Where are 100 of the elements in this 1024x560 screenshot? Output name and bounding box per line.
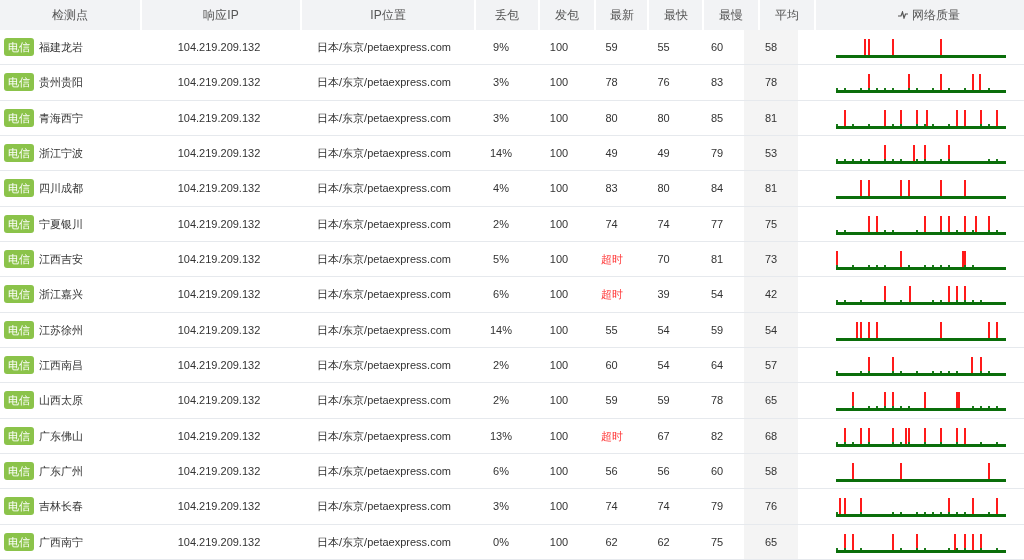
table-cell-text: 100: [549, 216, 569, 232]
table-cell-text: 78: [605, 75, 618, 91]
table-cell-text: 62: [605, 534, 618, 550]
location-text: 浙江宁波: [39, 145, 83, 161]
table-cell-text: 超时: [600, 428, 623, 444]
table-cell-text: 74: [605, 216, 618, 232]
table-cell-text: 83: [710, 75, 724, 91]
table-cell-text: 2%: [493, 216, 509, 232]
isp-badge: 电信: [4, 426, 34, 445]
isp-badge: 电信: [4, 532, 34, 551]
table-cell-text: 6%: [493, 287, 509, 303]
table-cell-text: 超时: [600, 287, 623, 303]
table-cell-text: 100: [549, 110, 569, 126]
table-cell-text: 39: [657, 287, 670, 303]
table-cell-text: 104.219.209.132: [177, 322, 261, 338]
table-cell-text: 75: [710, 534, 724, 550]
table-cell-text: 100: [549, 287, 569, 303]
table-cell-text: 79: [710, 499, 724, 515]
table-cell-text: 100: [549, 463, 569, 479]
isp-badge: 电信: [4, 73, 34, 92]
table-cell-text: 55: [657, 39, 670, 55]
table-cell-text: 日本/东京/petaexpress.com: [317, 463, 451, 479]
table-cell-text: 14%: [490, 322, 512, 338]
location-text: 江苏徐州: [39, 322, 83, 338]
table-cell-text: 100: [549, 251, 569, 267]
column-header: 最新: [609, 7, 634, 24]
table-cell-text: 74: [657, 499, 670, 515]
table-cell-text: 超时: [600, 251, 623, 267]
column-header: 最快: [663, 7, 688, 24]
table-cell-text: 100: [549, 393, 569, 409]
isp-badge: 电信: [4, 320, 34, 339]
table-cell-text: 104.219.209.132: [177, 145, 261, 161]
table-cell-text: 日本/东京/petaexpress.com: [317, 251, 451, 267]
table-cell-text: 100: [549, 181, 569, 197]
table-cell-text: 日本/东京/petaexpress.com: [317, 393, 451, 409]
table-cell-text: 58: [764, 463, 778, 479]
table-cell-text: 日本/东京/petaexpress.com: [317, 287, 451, 303]
table-cell-text: 100: [549, 75, 569, 91]
table-cell-text: 6%: [493, 463, 509, 479]
table-cell-text: 65: [764, 393, 778, 409]
table-cell-text: 70: [657, 251, 670, 267]
column-header: 丢包: [495, 7, 519, 24]
table-cell-text: 62: [657, 534, 670, 550]
table-cell-text: 59: [657, 393, 670, 409]
table-cell-text: 77: [710, 216, 724, 232]
table-cell-text: 100: [549, 145, 569, 161]
table-cell-text: 100: [549, 357, 569, 373]
table-cell-text: 日本/东京/petaexpress.com: [317, 75, 451, 91]
column-header: 检测点: [52, 7, 88, 24]
location-text: 广东佛山: [39, 428, 83, 444]
table-cell-text: 74: [657, 216, 670, 232]
location-text: 浙江嘉兴: [39, 287, 83, 303]
table-cell-text: 54: [657, 322, 670, 338]
table-cell-text: 76: [764, 499, 778, 515]
table-cell-text: 79: [710, 145, 724, 161]
table-cell-text: 14%: [490, 145, 512, 161]
table-cell-text: 54: [764, 322, 778, 338]
isp-badge: 电信: [4, 38, 34, 57]
table-cell-text: 0%: [493, 534, 509, 550]
table-cell-text: 9%: [493, 39, 509, 55]
isp-badge: 电信: [4, 285, 34, 304]
table-cell-text: 57: [764, 357, 778, 373]
isp-badge: 电信: [4, 144, 34, 163]
table-cell-text: 53: [764, 145, 778, 161]
isp-badge: 电信: [4, 179, 34, 198]
table-cell-text: 73: [764, 251, 778, 267]
table-cell-text: 75: [764, 216, 778, 232]
table-cell-text: 日本/东京/petaexpress.com: [317, 428, 451, 444]
table-cell-text: 68: [764, 428, 778, 444]
table-cell-text: 日本/东京/petaexpress.com: [317, 322, 451, 338]
table-cell-text: 100: [549, 499, 569, 515]
table-cell-text: 54: [657, 357, 670, 373]
table-cell-text: 84: [710, 181, 724, 197]
table-cell-text: 104.219.209.132: [177, 181, 261, 197]
location-text: 广西南宁: [39, 534, 83, 550]
table-cell-text: 78: [710, 393, 724, 409]
isp-badge: 电信: [4, 356, 34, 375]
table-cell-text: 2%: [493, 393, 509, 409]
table-cell-text: 60: [710, 39, 724, 55]
column-header: 响应IP: [203, 7, 239, 24]
table-cell-text: 104.219.209.132: [177, 287, 261, 303]
location-text: 江西南昌: [39, 357, 83, 373]
location-text: 福建龙岩: [39, 39, 83, 55]
table-cell-text: 104.219.209.132: [177, 499, 261, 515]
table-cell-text: 104.219.209.132: [177, 534, 261, 550]
table-cell-text: 81: [764, 110, 778, 126]
table-cell-text: 104.219.209.132: [177, 393, 261, 409]
table-cell-text: 85: [710, 110, 724, 126]
table-cell-text: 日本/东京/petaexpress.com: [317, 216, 451, 232]
table-cell-text: 日本/东京/petaexpress.com: [317, 145, 451, 161]
location-text: 广东广州: [39, 463, 83, 479]
isp-badge: 电信: [4, 391, 34, 410]
table-cell-text: 104.219.209.132: [177, 216, 261, 232]
column-header: 平均: [775, 7, 799, 24]
column-header: 发包: [555, 7, 579, 24]
table-cell-text: 日本/东京/petaexpress.com: [317, 534, 451, 550]
table-cell-text: 58: [764, 39, 778, 55]
column-header: 网络质量: [912, 7, 960, 24]
table-cell-text: 104.219.209.132: [177, 251, 261, 267]
table-cell-text: 104.219.209.132: [177, 463, 261, 479]
